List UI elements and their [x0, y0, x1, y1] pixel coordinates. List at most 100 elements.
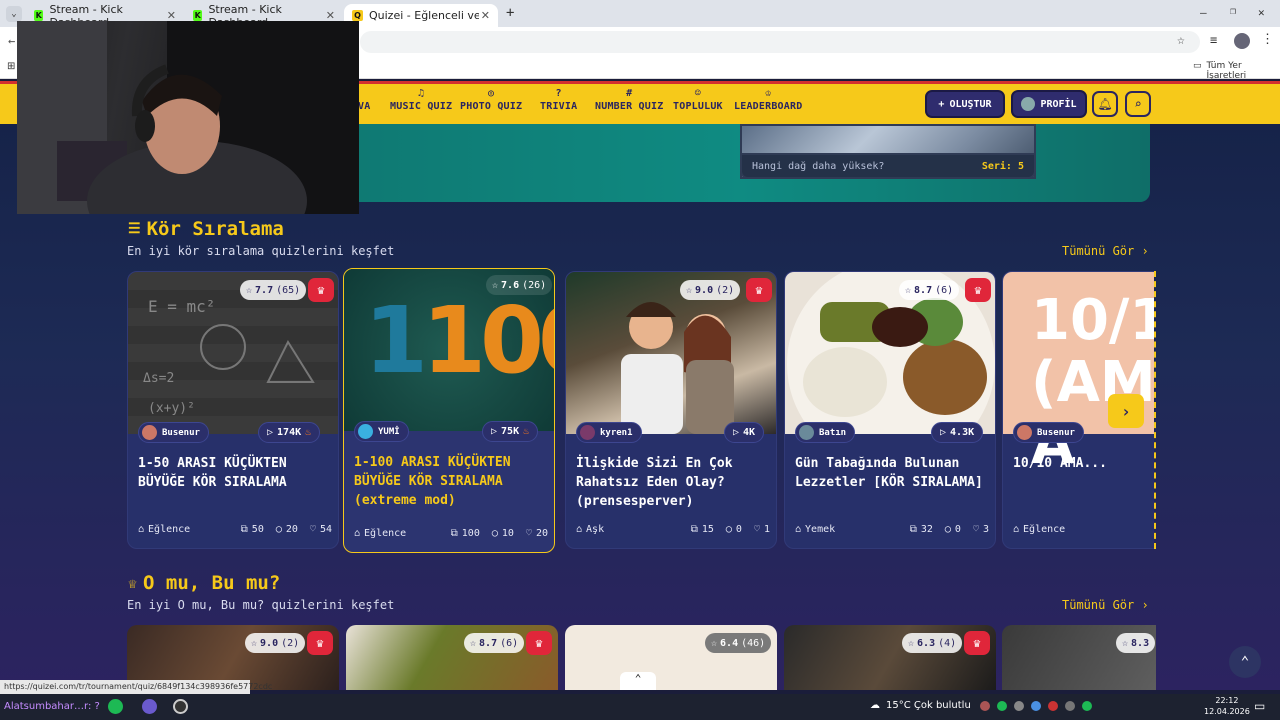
heart-icon: ♡: [972, 524, 979, 535]
comment-icon: ◯: [491, 528, 498, 539]
clock[interactable]: 22:12 12.04.2026: [1204, 695, 1250, 717]
category: ⌂ Eğlence: [138, 524, 229, 535]
quiz-card[interactable]: ☆ 8.3: [1002, 625, 1156, 690]
nav-item-trivia[interactable]: ? TRIVIA: [540, 87, 577, 112]
quiz-title: 1-100 ARASI KÜÇÜKTEN BÜYÜĞE KÖR SIRALAMA…: [354, 455, 511, 508]
notifications-button[interactable]: 🔔︎: [1092, 91, 1118, 117]
author-chip[interactable]: kyren1: [576, 422, 642, 443]
category: ⌂ Eğlence: [354, 528, 439, 539]
quiz-title: 1-50 ARASI KÜÇÜKTEN BÜYÜĞE KÖR SIRALAMA: [138, 456, 287, 490]
hash-icon: #: [626, 88, 633, 99]
rating-badge: ☆ 6.3 (4): [902, 633, 963, 653]
status-url: https://quizei.com/tr/tournament/quiz/68…: [0, 680, 272, 694]
tag-icon: ⌂: [1013, 524, 1020, 535]
scroll-up-tab[interactable]: ⌃: [620, 672, 656, 690]
back-icon[interactable]: ←: [8, 34, 15, 48]
play-count: ▷ 4.3K: [931, 422, 984, 443]
nav-item-number-quiz[interactable]: # NUMBER QUIZ: [595, 87, 663, 112]
heart-icon: ♡: [309, 524, 316, 535]
like-count[interactable]: ♡ 3: [973, 524, 989, 535]
quiz-card[interactable]: E = mc² Δs=2 (x+y)² ☆ 7.7 (65) ♛ Busenur ▷…: [127, 271, 339, 549]
close-icon[interactable]: ✕: [481, 9, 490, 22]
play-value: 4K: [743, 427, 756, 438]
profile-button[interactable]: PROFİL: [1011, 90, 1087, 118]
new-tab-icon[interactable]: +: [506, 5, 514, 21]
quiz-card[interactable]: ☆ 8.7 (6) ♛ Batın ▷ 4.3K Gün Tabağında Bulu…: [784, 271, 996, 549]
avatar: [1021, 97, 1036, 111]
star-icon: ☆: [711, 637, 718, 649]
nav-item-topluluk[interactable]: ☺ TOPLULUK: [673, 87, 723, 112]
restore-icon[interactable]: ❐: [1230, 6, 1236, 17]
author-chip[interactable]: Busenur: [1013, 422, 1084, 443]
tab-list-icon[interactable]: ⌄: [6, 6, 22, 22]
nav-item-va[interactable]: VA: [358, 87, 370, 112]
like-value: 1: [763, 524, 770, 535]
quiz-card[interactable]: 1100 ☆7.6(26) YUMİ ▷75K♨ 1-100 ARASI KÜÇ…: [343, 268, 555, 553]
quizei-icon: Q: [352, 10, 363, 21]
item-count-value: 32: [920, 524, 933, 535]
tournament-button[interactable]: ♛: [526, 631, 552, 655]
obs-icon[interactable]: [173, 699, 188, 714]
notification-icon[interactable]: ▭: [1254, 699, 1265, 713]
author-chip[interactable]: Batın: [795, 422, 856, 443]
rating-value: 6.4: [720, 637, 739, 649]
profile-icon[interactable]: [1234, 33, 1250, 49]
rating-votes: (4): [938, 637, 957, 649]
media-icon[interactable]: ≡: [1210, 33, 1217, 47]
rating-badge: ☆ 6.4 (46): [705, 633, 772, 653]
tournament-button[interactable]: ♛: [307, 631, 333, 655]
nav-item-music-quiz[interactable]: ♫ MUSIC QUIZ: [390, 87, 452, 112]
spotify-icon[interactable]: [108, 699, 123, 714]
quiz-title: 10/10 AMA...: [1013, 456, 1107, 471]
like-count[interactable]: ♡ 20: [526, 528, 548, 539]
see-all-link[interactable]: Tümünü Gör ›: [1062, 244, 1149, 258]
author-chip[interactable]: YUMİ: [354, 421, 409, 442]
app-icon[interactable]: [142, 699, 157, 714]
section-title-o-mu-bu-mu: ♕ O mu, Bu mu?: [128, 572, 280, 594]
quiz-thumbnail: E = mc² Δs=2 (x+y)²: [128, 272, 338, 434]
create-button[interactable]: + OLUŞTUR: [925, 90, 1005, 118]
streak-counter: Seri: 5: [981, 160, 1024, 172]
chevron-right-icon: ›: [1121, 401, 1131, 421]
weather-widget[interactable]: ☁ 15°C Çok bulutlu: [870, 700, 971, 711]
nav-item-photo-quiz[interactable]: ◎ PHOTO QUIZ: [460, 87, 522, 112]
category-label: Eğlence: [364, 528, 407, 539]
author-chip[interactable]: Busenur: [138, 422, 209, 443]
tournament-button[interactable]: ♛: [308, 278, 334, 302]
create-label: OLUŞTUR: [949, 98, 992, 110]
menu-icon[interactable]: ⋮: [1261, 32, 1274, 47]
svg-text:(x+y)²: (x+y)²: [148, 401, 195, 416]
quiz-thumbnail: [785, 272, 995, 434]
tournament-button[interactable]: ♛: [964, 631, 990, 655]
search-button[interactable]: ⌕: [1125, 91, 1151, 117]
tournament-button[interactable]: ♛: [965, 278, 991, 302]
section-subtitle: En iyi kör sıralama quizlerini keşfet: [127, 244, 395, 258]
all-bookmarks[interactable]: ▭ Tüm Yer İşaretleri: [1193, 61, 1280, 81]
apps-icon[interactable]: ⊞: [7, 61, 15, 72]
scroll-top-button[interactable]: ⌃: [1229, 646, 1261, 678]
quiz-card[interactable]: ☆ 8.7 (6) ♛: [346, 625, 558, 690]
see-all-link[interactable]: Tümünü Gör ›: [1062, 598, 1149, 612]
avatar: [1017, 425, 1032, 440]
quiz-card[interactable]: ☆ 6.4 (46): [565, 625, 777, 690]
quiz-card[interactable]: ☆ 6.3 (4) ♛: [784, 625, 996, 690]
browser-tab-3[interactable]: Q Quizei - Eğlenceli ve etkileşimli ✕: [344, 4, 498, 27]
like-count[interactable]: ♡ 1: [754, 524, 770, 535]
url-field[interactable]: [360, 31, 1200, 53]
carousel-next-button[interactable]: ›: [1108, 394, 1144, 428]
rating-votes: (65): [276, 284, 301, 296]
tray-icons[interactable]: [980, 701, 1200, 713]
taskbar-user-label: Alatsumbahar…r: ?: [4, 701, 100, 712]
rating-value: 9.0: [695, 284, 714, 296]
star-icon: ☆: [246, 284, 253, 296]
tag-icon: ⌂: [354, 528, 361, 539]
quiz-thumbnail-text: 10/1(AMA: [1031, 288, 1156, 477]
tournament-button[interactable]: ♛: [746, 278, 772, 302]
minimize-icon[interactable]: —: [1200, 6, 1207, 19]
star-icon[interactable]: ☆: [1177, 33, 1185, 48]
like-count[interactable]: ♡ 54: [310, 524, 332, 535]
section-title-text: Kör Sıralama: [146, 218, 284, 240]
nav-item-leaderboard[interactable]: ♔ LEADERBOARD: [734, 87, 802, 112]
window-close-icon[interactable]: ✕: [1258, 6, 1265, 19]
quiz-card[interactable]: ☆ 9.0 (2) ♛ kyren1 ▷ 4K İlişkide Sizi En Ço…: [565, 271, 777, 549]
